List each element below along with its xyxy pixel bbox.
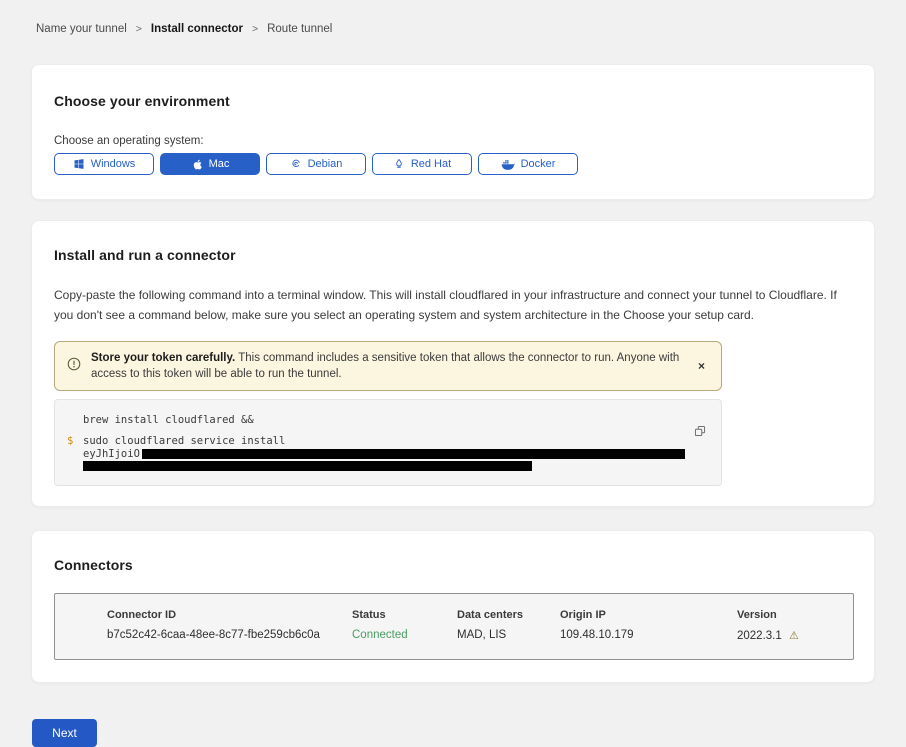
environment-card-title: Choose your environment: [54, 93, 852, 109]
next-button[interactable]: Next: [32, 719, 97, 747]
cell-data-centers: MAD, LIS: [457, 629, 560, 642]
windows-icon: [73, 158, 85, 170]
os-select-label: Choose an operating system:: [54, 135, 852, 147]
breadcrumb-step-name-tunnel[interactable]: Name your tunnel: [36, 23, 127, 35]
col-header-status: Status: [352, 609, 457, 621]
install-card-description: Copy-paste the following command into a …: [54, 285, 852, 325]
breadcrumb-separator: >: [136, 23, 142, 35]
os-button-label: Mac: [209, 158, 230, 170]
os-button-label: Debian: [308, 158, 343, 170]
token-warning-title: Store your token carefully.: [91, 352, 235, 364]
connectors-table: Connector ID Status Data centers Origin …: [54, 593, 854, 660]
token-warning-text: Store your token carefully. This command…: [91, 350, 684, 382]
os-button-group: Windows Mac Debian: [54, 153, 852, 175]
connectors-card-title: Connectors: [54, 557, 852, 573]
cell-status: Connected: [352, 629, 457, 642]
shell-prompt: $: [67, 435, 83, 447]
version-value: 2022.3.1: [737, 630, 782, 642]
os-button-debian[interactable]: Debian: [266, 153, 366, 175]
breadcrumb-separator: >: [252, 23, 258, 35]
alert-circle-icon: [67, 357, 81, 376]
connectors-card: Connectors Connector ID Status Data cent…: [31, 530, 875, 683]
os-button-label: Docker: [521, 158, 556, 170]
os-button-docker[interactable]: Docker: [478, 153, 578, 175]
code-line-2-text: sudo cloudflared service install: [83, 435, 285, 447]
os-button-label: Red Hat: [411, 158, 451, 170]
install-card-title: Install and run a connector: [54, 247, 852, 263]
os-button-redhat[interactable]: Red Hat: [372, 153, 472, 175]
warning-icon: ⚠: [789, 630, 799, 642]
redacted-token-bar: [142, 449, 685, 459]
redhat-icon: [393, 158, 405, 170]
code-line-2: $ sudo cloudflared service install: [67, 435, 705, 447]
breadcrumb-step-route-tunnel[interactable]: Route tunnel: [267, 23, 332, 35]
col-header-origin-ip: Origin IP: [560, 609, 737, 621]
code-line-token-2: [67, 461, 705, 471]
breadcrumb: Name your tunnel > Install connector > R…: [0, 0, 906, 35]
copy-icon[interactable]: [693, 424, 707, 441]
breadcrumb-step-install-connector[interactable]: Install connector: [151, 23, 243, 35]
debian-icon: [290, 158, 302, 170]
install-command-code-block: brew install cloudflared && $ sudo cloud…: [54, 399, 722, 486]
cell-origin-ip: 109.48.10.179: [560, 629, 737, 642]
col-header-connector-id: Connector ID: [107, 609, 352, 621]
environment-card: Choose your environment Choose an operat…: [31, 64, 875, 200]
token-warning-banner: Store your token carefully. This command…: [54, 341, 722, 391]
close-icon[interactable]: ×: [694, 358, 709, 374]
col-header-version: Version: [737, 609, 843, 621]
install-connector-card: Install and run a connector Copy-paste t…: [31, 220, 875, 507]
col-header-data-centers: Data centers: [457, 609, 560, 621]
code-line-token: eyJhIjoiO: [67, 448, 705, 460]
redacted-token-bar: [83, 461, 532, 471]
docker-icon: [501, 158, 515, 170]
code-line-1: brew install cloudflared &&: [67, 414, 705, 426]
os-button-label: Windows: [91, 158, 136, 170]
cell-version: 2022.3.1 ⚠: [737, 629, 843, 642]
os-button-windows[interactable]: Windows: [54, 153, 154, 175]
os-button-mac[interactable]: Mac: [160, 153, 260, 175]
apple-icon: [191, 158, 203, 171]
cell-connector-id: b7c52c42-6caa-48ee-8c77-fbe259cb6c0a: [107, 629, 352, 642]
token-prefix: eyJhIjoiO: [83, 448, 140, 460]
code-line-1-text: brew install cloudflared &&: [83, 414, 254, 426]
